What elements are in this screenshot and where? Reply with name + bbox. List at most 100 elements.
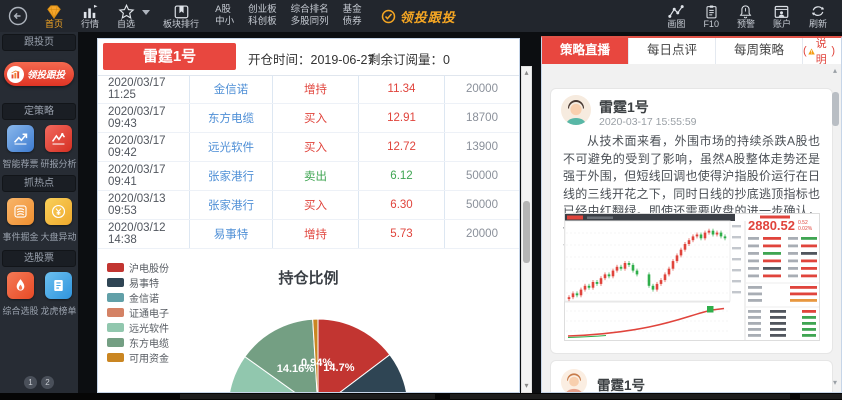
sidebar-item-dragon-tiger-list[interactable]: 龙虎榜单 — [39, 272, 78, 317]
composite-pick-icon — [12, 277, 29, 294]
sector-icon — [173, 4, 190, 19]
back-button[interactable] — [8, 6, 28, 26]
feed-scroll-up-icon[interactable]: ▴ — [830, 66, 840, 75]
app-logo: 领投跟投 — [381, 7, 456, 26]
chevron-down-icon[interactable] — [142, 10, 150, 15]
nav-label: 板块排行 — [163, 19, 199, 29]
table-cell: 卖出 — [273, 162, 359, 190]
ranking-doc-icon — [50, 277, 67, 294]
strategy-detail-panel: 雷霆1号 开仓时间：2019-06-27 剩余订阅量：0 2020/03/17 … — [97, 38, 520, 393]
table-cell: 50000 — [445, 191, 519, 219]
table-cell: 张家港行 — [190, 162, 273, 190]
sidebar-item-smart-pick[interactable]: 智能荐票 — [1, 125, 40, 170]
quick-link[interactable]: 多股同列 — [291, 16, 329, 28]
sidebar-item-label: 领投跟投 — [27, 67, 65, 81]
main-scrollbar[interactable]: ▴ ▾ — [521, 66, 532, 393]
quick-link[interactable]: 基金 — [343, 4, 362, 16]
quick-link-col-2: 综合排名多股同列 — [291, 4, 329, 28]
account-icon — [773, 4, 790, 19]
nav-label: 首页 — [45, 19, 63, 29]
index-change-pct: 0.02% — [798, 226, 813, 232]
scroll-down-icon[interactable]: ▾ — [522, 381, 531, 391]
table-cell: 6.12 — [359, 162, 445, 190]
sidebar-item-label: 研报分析 — [40, 157, 76, 170]
nav-label: 自选 — [117, 19, 135, 29]
table-row[interactable]: 2020/03/17 09:41张家港行卖出6.1250000 — [98, 162, 519, 191]
quick-link[interactable]: 债券 — [343, 16, 362, 28]
tool-label: 刷新 — [809, 19, 827, 29]
scroll-up-icon[interactable]: ▴ — [522, 68, 531, 78]
feed-message-card: 雷霆1号 — [550, 360, 833, 392]
tab-daily-review[interactable]: 每日点评 — [629, 38, 716, 64]
table-cell: 买入 — [273, 133, 359, 161]
sidebar-item-report-analysis[interactable]: 研报分析 — [39, 125, 78, 170]
tool-alert[interactable]: 预警 — [737, 4, 755, 29]
quick-link-col-1: 创业板科创板 — [248, 4, 277, 28]
tool-refresh[interactable]: 刷新 — [809, 4, 827, 29]
table-cell: 买入 — [273, 191, 359, 219]
sidebar-page-dot[interactable]: 2 — [41, 376, 54, 389]
sidebar-section-stock-pick: 选股票 — [2, 250, 76, 267]
explanation-link[interactable]: ( 说明) — [803, 38, 841, 64]
table-cell: 13900 — [445, 133, 519, 161]
table-cell: 50000 — [445, 162, 519, 190]
message-author: 雷霆1号 — [597, 374, 645, 392]
alert-icon — [738, 4, 753, 19]
market-icon — [81, 4, 99, 19]
sidebar-item-composite-pick[interactable]: 综合选股 — [1, 272, 40, 317]
quick-link[interactable]: 中小 — [215, 16, 234, 28]
table-cell: 6.30 — [359, 191, 445, 219]
logo-circle-icon — [381, 9, 396, 24]
feed-tabs: 策略直播 每日点评 每周策略 ( 说明) — [542, 38, 841, 65]
index-price: 2880.52 — [748, 218, 795, 233]
back-icon — [8, 6, 28, 26]
table-row[interactable]: 2020/03/17 09:43东方电缆买入12.9118700 — [98, 104, 519, 133]
table-row[interactable]: 2020/03/17 09:42远光软件买入12.7213900 — [98, 133, 519, 162]
embedded-market-chart: 2880.520.520.02% — [564, 213, 820, 341]
quick-link[interactable]: 综合排名 — [291, 4, 329, 16]
sidebar-item-label: 龙虎榜单 — [40, 304, 76, 317]
quick-link[interactable]: 科创板 — [248, 16, 277, 28]
nav-home[interactable]: 首页 — [45, 4, 63, 29]
quick-link[interactable]: 创业板 — [248, 4, 277, 16]
feed-message-list: 雷霆1号 2020-03-17 15:55:59 从技术面来看，外围市场的持续杀… — [542, 64, 841, 392]
draw-icon — [667, 4, 685, 19]
nav-sector-ranking[interactable]: 板块排行 — [163, 4, 199, 29]
sidebar-item-lead-follow[interactable]: 领投跟投 — [4, 62, 74, 86]
tab-live-strategy[interactable]: 策略直播 — [542, 38, 629, 64]
tool-label: 账户 — [773, 19, 791, 29]
table-cell: 2020/03/17 09:43 — [98, 104, 190, 132]
refresh-icon — [810, 4, 826, 19]
chart-badge-icon — [10, 69, 21, 80]
message-timestamp: 2020-03-17 15:55:59 — [599, 116, 697, 128]
remaining-subscription-label: 剩余订阅量：0 — [368, 49, 450, 68]
table-row[interactable]: 2020/03/17 11:25金信诺增持11.3420000 — [98, 75, 519, 104]
sidebar-item-event-gold[interactable]: 事件掘金 — [1, 198, 40, 243]
table-row[interactable]: 2020/03/13 09:53张家港行买入6.3050000 — [98, 191, 519, 220]
strategy-header: 雷霆1号 开仓时间：2019-06-27 剩余订阅量：0 — [98, 39, 519, 76]
tool-f10[interactable]: F10 — [703, 4, 719, 29]
table-cell: 张家港行 — [190, 191, 273, 219]
top-toolbar: 首页行情自选板块排行 A股中小创业板科创板综合排名多股同列基金债券 领投跟投 画… — [0, 0, 842, 32]
table-cell: 12.72 — [359, 133, 445, 161]
sidebar-page-dot[interactable]: 1 — [24, 376, 37, 389]
nav-watchlist[interactable]: 自选 — [117, 4, 135, 29]
table-cell: 12.91 — [359, 104, 445, 132]
quick-link-col-3: 基金债券 — [343, 4, 362, 28]
tool-account[interactable]: 账户 — [773, 4, 791, 29]
sidebar-item-label: 大盘异动 — [40, 230, 76, 243]
sidebar-item-market-move[interactable]: 大盘异动 — [39, 198, 78, 243]
main-scrollbar-thumb[interactable] — [523, 201, 530, 263]
tab-weekly-strategy[interactable]: 每周策略 — [716, 38, 803, 64]
tool-draw[interactable]: 画图 — [667, 4, 685, 29]
strategy-name-button[interactable]: 雷霆1号 — [103, 43, 236, 70]
table-cell: 东方电缆 — [190, 104, 273, 132]
table-cell: 远光软件 — [190, 133, 273, 161]
trade-record-table: 2020/03/17 11:25金信诺增持11.34200002020/03/1… — [98, 75, 519, 249]
feed-scroll-down-icon[interactable]: ▾ — [830, 378, 840, 387]
feed-scrollbar-thumb[interactable] — [832, 92, 839, 126]
sidebar-item-label: 智能荐票 — [2, 157, 38, 170]
quick-link[interactable]: A股 — [215, 4, 234, 16]
nav-quotes[interactable]: 行情 — [81, 4, 99, 29]
app-logo-text: 领投跟投 — [400, 7, 456, 26]
